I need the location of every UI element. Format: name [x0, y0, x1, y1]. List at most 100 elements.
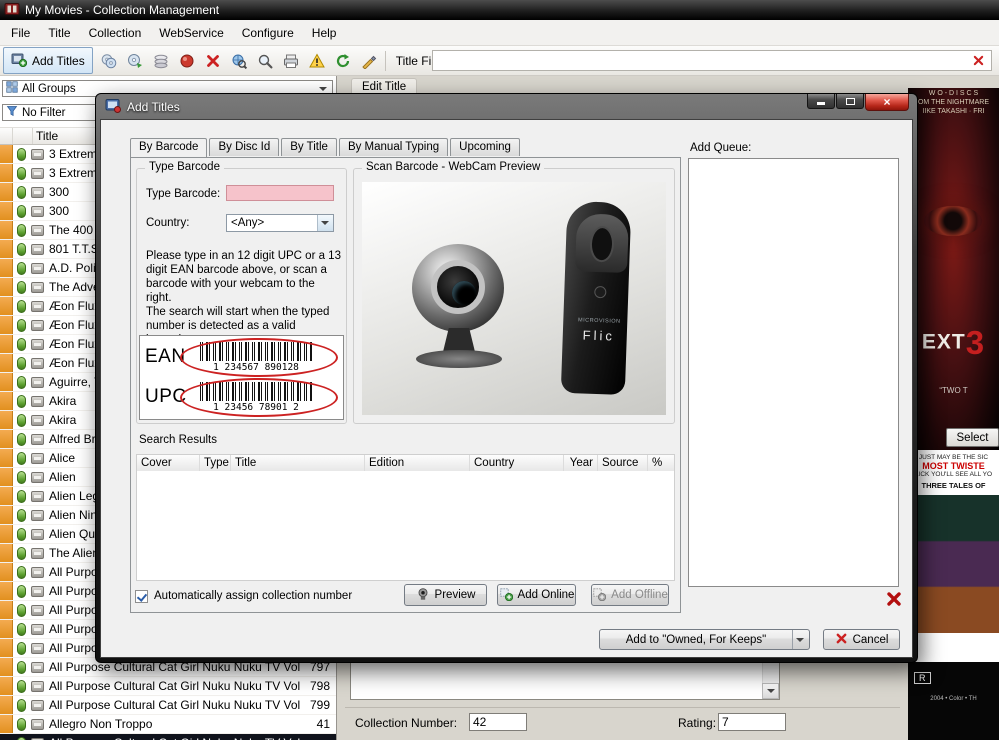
webcam-icon — [416, 587, 430, 604]
scroll-down-button[interactable] — [762, 683, 779, 699]
green-pill-icon — [17, 281, 26, 294]
column-header-edition[interactable]: Edition — [365, 455, 470, 471]
media-type-icon — [29, 434, 46, 445]
title-filter-input[interactable] — [432, 50, 992, 71]
remove-disc-icon[interactable] — [175, 49, 199, 73]
save-disc-icon[interactable] — [123, 49, 147, 73]
minimize-button[interactable] — [807, 94, 835, 109]
media-type-icon — [29, 187, 46, 198]
column-header-type[interactable]: Type — [200, 455, 231, 471]
maximize-button[interactable] — [836, 94, 864, 109]
menu-title[interactable]: Title — [39, 21, 79, 45]
status-icon — [13, 186, 29, 199]
column-header-cover[interactable]: Cover — [137, 455, 200, 471]
column-header-country[interactable]: Country — [470, 455, 564, 471]
disc-icon — [31, 510, 44, 521]
collection-number-field[interactable] — [469, 713, 527, 731]
green-pill-icon — [17, 585, 26, 598]
tab-by-title[interactable]: By Title — [281, 138, 337, 156]
menu-help[interactable]: Help — [303, 21, 346, 45]
disc-icon — [31, 377, 44, 388]
group-color-bar — [0, 335, 13, 353]
column-header-color[interactable] — [0, 128, 13, 144]
group-color-bar — [0, 373, 13, 391]
green-pill-icon — [17, 623, 26, 636]
clear-filter-icon[interactable] — [972, 54, 986, 68]
chevron-down-icon[interactable] — [792, 630, 809, 649]
disc-icon — [31, 491, 44, 502]
list-item[interactable]: Allegro Non Troppo41 — [0, 715, 336, 734]
list-item[interactable]: All Purpose Cultural Cat Girl Nuku Nuku … — [0, 734, 336, 740]
search-icon[interactable] — [253, 49, 277, 73]
auto-assign-checkbox[interactable] — [135, 590, 148, 603]
results-list[interactable] — [136, 471, 675, 581]
group-label: Type Barcode — [145, 161, 224, 173]
menu-collection[interactable]: Collection — [80, 21, 151, 45]
disc-stack-icon[interactable] — [149, 49, 173, 73]
group-color-bar — [0, 297, 13, 315]
menu-file[interactable]: File — [2, 21, 39, 45]
column-header-title[interactable]: Title — [231, 455, 365, 471]
green-pill-icon — [17, 737, 26, 740]
warning-icon[interactable] — [305, 49, 329, 73]
add-titles-button[interactable]: Add Titles — [3, 47, 93, 74]
green-pill-icon — [17, 699, 26, 712]
list-item-number: 798 — [300, 679, 336, 693]
tab-upcoming[interactable]: Upcoming — [450, 138, 520, 156]
column-header-source[interactable]: Source — [598, 455, 648, 471]
dialog-icon — [105, 97, 121, 116]
dialog-window-buttons: × — [807, 94, 909, 111]
add-online-button[interactable]: Add Online — [497, 584, 576, 606]
tab-by-manual-typing[interactable]: By Manual Typing — [339, 138, 448, 156]
column-header-percent[interactable]: % — [648, 455, 674, 471]
web-search-icon[interactable] — [227, 49, 251, 73]
country-dropdown[interactable]: <Any> — [226, 214, 334, 232]
green-pill-icon — [17, 661, 26, 674]
barcode-input[interactable] — [226, 185, 334, 201]
green-pill-icon — [17, 224, 26, 237]
filter-edit-icon[interactable] — [357, 49, 381, 73]
disc-icon — [31, 434, 44, 445]
group-color-bar — [0, 449, 13, 467]
poster-text-line: THREE TALES OF — [908, 478, 999, 490]
media-type-icon — [29, 472, 46, 483]
disc-icon — [31, 529, 44, 540]
remove-from-queue-icon[interactable] — [885, 590, 903, 608]
column-header-year[interactable]: Year — [564, 455, 598, 471]
cancel-button[interactable]: Cancel — [823, 629, 900, 650]
close-button[interactable]: × — [865, 94, 909, 111]
group-color-bar — [0, 544, 13, 562]
poster-eye-art — [924, 206, 982, 236]
disc-icon — [31, 586, 44, 597]
cover-art-top: W O - D I S C SOM THE NIGHTMAREIIKE TAKA… — [908, 88, 999, 450]
barcode-field-label: Type Barcode: — [146, 188, 220, 200]
group-color-bar — [0, 601, 13, 619]
copy-disc-icon[interactable] — [97, 49, 121, 73]
results-column-headers: CoverTypeTitleEditionCountryYearSource% — [136, 454, 675, 472]
preview-button[interactable]: Preview — [404, 584, 487, 606]
add-queue-list[interactable] — [688, 158, 899, 587]
column-header-icons[interactable] — [13, 128, 33, 144]
tab-by-disc-id[interactable]: By Disc Id — [209, 138, 279, 156]
media-type-icon — [29, 605, 46, 616]
refresh-icon[interactable] — [331, 49, 355, 73]
poster-footer: R 2004 • Color • TH — [908, 662, 999, 740]
media-type-icon — [29, 225, 46, 236]
country-value: <Any> — [231, 217, 264, 229]
add-offline-button[interactable]: Add Offline — [591, 584, 669, 606]
menu-webservice[interactable]: WebService — [150, 21, 232, 45]
status-icon — [13, 604, 29, 617]
rating-field[interactable] — [718, 713, 786, 731]
tab-strip: By BarcodeBy Disc IdBy TitleBy Manual Ty… — [130, 138, 522, 156]
scanner-brand: MICROVISION — [563, 317, 635, 326]
webcam-device-art — [404, 220, 514, 390]
print-icon[interactable] — [279, 49, 303, 73]
tab-by-barcode[interactable]: By Barcode — [130, 138, 207, 157]
add-to-collection-button[interactable]: Add to "Owned, For Keeps" — [599, 629, 810, 650]
list-item[interactable]: All Purpose Cultural Cat Girl Nuku Nuku … — [0, 677, 336, 696]
group-color-bar — [0, 582, 13, 600]
delete-icon[interactable] — [201, 49, 225, 73]
select-cover-button[interactable]: Select — [946, 428, 999, 447]
list-item[interactable]: All Purpose Cultural Cat Girl Nuku Nuku … — [0, 696, 336, 715]
menu-configure[interactable]: Configure — [233, 21, 303, 45]
